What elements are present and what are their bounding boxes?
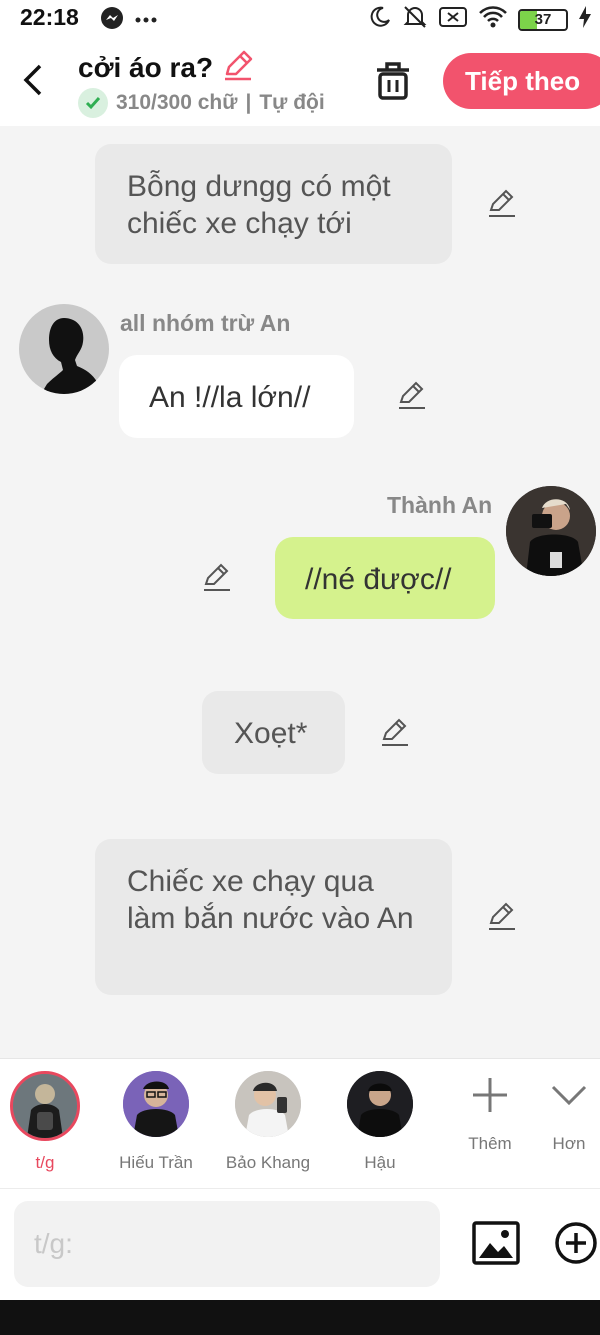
avatar-group[interactable]	[19, 304, 109, 394]
add-character-label: Thêm	[468, 1134, 512, 1153]
header: cởi áo ra? 310/300 chữ | Tự đội Tiếp the…	[0, 36, 600, 126]
edit-message-icon[interactable]	[201, 562, 233, 594]
chevron-down-icon	[551, 1085, 587, 1106]
plus-circle-icon	[555, 1222, 597, 1264]
sender-name: Thành An	[387, 492, 493, 518]
bell-off-icon	[402, 4, 428, 35]
moon-icon	[368, 5, 392, 34]
image-icon	[472, 1221, 520, 1265]
message-input[interactable]	[14, 1201, 440, 1287]
character-name: Bảo Khang	[225, 1153, 311, 1172]
message-bubble-left[interactable]: An !//la lớn//	[119, 355, 354, 438]
check-icon	[78, 88, 108, 118]
avatar	[10, 1071, 80, 1141]
character-tg[interactable]: t/g	[0, 1071, 90, 1173]
delete-button[interactable]	[372, 58, 414, 102]
character-name: t/g	[35, 1153, 55, 1172]
composer	[0, 1188, 600, 1300]
narration-text: Bỗng dưngg có một chiếc xe chạy tới	[127, 170, 391, 240]
status-bar: 22:18 37	[0, 0, 600, 36]
character-name: Hậu	[364, 1153, 396, 1172]
word-count: 310/300 chữ	[116, 91, 238, 114]
system-nav-bar	[0, 1300, 600, 1335]
subtitle-separator: |	[245, 91, 252, 114]
character-hieu-tran[interactable]: Hiếu Trần	[111, 1071, 201, 1173]
wifi-icon	[478, 5, 508, 34]
narration-bubble[interactable]: Bỗng dưngg có một chiếc xe chạy tới	[95, 144, 452, 264]
plus-icon	[473, 1078, 507, 1112]
narration-bubble[interactable]: Chiếc xe chạy qua làm bắn nước vào An	[95, 839, 452, 995]
avatar	[123, 1071, 189, 1137]
narration-text: Chiếc xe chạy qua làm bắn nước vào An	[127, 865, 414, 935]
back-button[interactable]	[18, 60, 50, 100]
message-text: //né được//	[305, 563, 452, 596]
status-time: 22:18	[20, 4, 79, 30]
edit-title-icon[interactable]	[221, 48, 255, 87]
character-hau[interactable]: Hậu	[335, 1071, 425, 1173]
edit-message-icon[interactable]	[396, 380, 428, 412]
avatar-thanh-an[interactable]	[506, 486, 596, 576]
add-button[interactable]	[554, 1221, 598, 1265]
sender-name: all nhóm trừ An	[120, 310, 291, 336]
more-characters-button[interactable]: Hơn	[534, 1075, 600, 1154]
avatar	[347, 1071, 413, 1137]
message-text: An !//la lớn//	[149, 381, 311, 414]
narration-bubble[interactable]: Xoẹt*	[202, 691, 345, 774]
edit-message-icon[interactable]	[379, 717, 411, 749]
charging-icon	[578, 5, 592, 34]
edit-message-icon[interactable]	[486, 901, 518, 933]
character-bao-khang[interactable]: Bảo Khang	[223, 1071, 313, 1173]
chevron-left-icon	[23, 64, 42, 96]
trash-icon	[377, 62, 409, 100]
character-selector: t/g Hiếu Trần Bảo Khang Hậu Thêm Hơn	[0, 1058, 600, 1188]
sim-x-icon	[438, 5, 468, 34]
story-title: cởi áo ra?	[78, 51, 214, 83]
more-characters-label: Hơn	[552, 1134, 586, 1153]
avatar	[235, 1071, 301, 1137]
narration-text: Xoẹt*	[234, 717, 308, 750]
more-icon	[134, 12, 158, 30]
chat-area: Bỗng dưngg có một chiếc xe chạy tới all …	[0, 126, 600, 1058]
insert-image-button[interactable]	[472, 1221, 520, 1265]
battery-icon: 37	[518, 8, 568, 31]
add-character-button[interactable]: Thêm	[455, 1075, 525, 1154]
message-bubble-right[interactable]: //né được//	[275, 537, 495, 619]
edit-message-icon[interactable]	[486, 188, 518, 220]
next-button[interactable]: Tiếp theo	[443, 53, 600, 109]
messenger-icon	[100, 6, 124, 35]
character-name: Hiếu Trần	[119, 1153, 193, 1172]
mode-label: Tự đội	[259, 91, 325, 114]
